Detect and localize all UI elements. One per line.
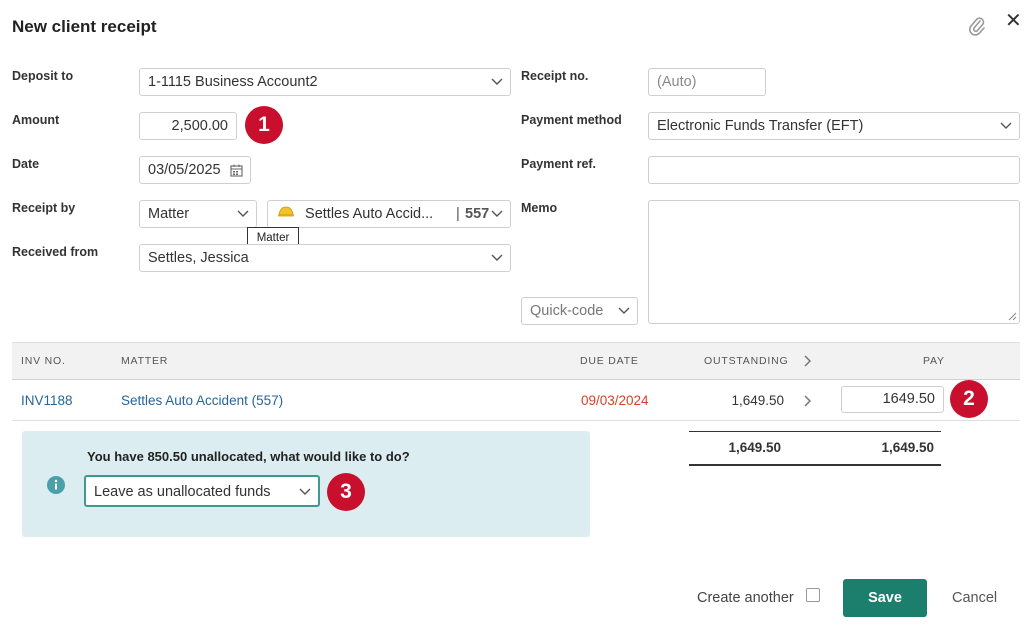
amount-label: Amount	[12, 113, 60, 127]
col-due-date: DUE DATE	[580, 355, 639, 367]
annotation-badge-2: 2	[950, 380, 988, 418]
chevron-down-icon	[491, 245, 503, 262]
amount-input[interactable]: 2,500.00	[139, 112, 237, 140]
total-outstanding: 1,649.50	[728, 440, 781, 455]
save-button[interactable]: Save	[843, 579, 927, 617]
cancel-button[interactable]: Cancel	[952, 590, 997, 606]
info-icon	[47, 476, 65, 499]
payment-method-select[interactable]: Electronic Funds Transfer (EFT)	[648, 112, 1020, 140]
outstanding-value: 1,649.50	[731, 393, 784, 408]
pay-input[interactable]: 1649.50	[841, 386, 944, 413]
invoice-table-header: INV NO. MATTER DUE DATE OUTSTANDING PAY	[12, 342, 1020, 380]
receipt-no-label: Receipt no.	[521, 69, 589, 83]
chevron-down-icon	[491, 69, 503, 86]
deposit-to-label: Deposit to	[12, 69, 74, 83]
amount-value: 2,500.00	[171, 118, 228, 134]
payment-ref-label: Payment ref.	[521, 157, 597, 171]
chevron-down-icon	[491, 201, 503, 218]
date-label: Date	[12, 157, 40, 171]
annotation-badge-1: 1	[245, 106, 283, 144]
unallocated-action-select[interactable]: Leave as unallocated funds	[84, 475, 320, 507]
col-outstanding: OUTSTANDING	[704, 355, 789, 367]
received-from-select[interactable]: Settles, Jessica	[139, 244, 511, 272]
col-matter: MATTER	[121, 355, 169, 367]
alert-message: You have 850.50 unallocated, what would …	[87, 449, 410, 464]
totals-row: 1,649.50 1,649.50	[689, 431, 941, 466]
payment-method-label: Payment method	[521, 113, 622, 127]
memo-label: Memo	[521, 201, 558, 215]
date-value: 03/05/2025	[148, 162, 221, 178]
chevron-down-icon	[618, 298, 630, 315]
matter-select[interactable]: Settles Auto Accid... | 557	[267, 200, 511, 228]
matter-value: Settles Auto Accid...	[305, 206, 434, 222]
matter-link[interactable]: Settles Auto Accident (557)	[121, 393, 283, 408]
chevron-right-icon[interactable]	[804, 394, 812, 412]
chevron-down-icon	[299, 477, 311, 496]
create-another-checkbox[interactable]	[806, 588, 820, 602]
chevron-right-icon[interactable]	[804, 354, 812, 372]
invoice-link[interactable]: INV1188	[21, 393, 73, 408]
resize-handle-icon[interactable]	[1008, 312, 1017, 321]
paperclip-icon[interactable]	[968, 16, 986, 36]
close-icon[interactable]: ✕	[1005, 11, 1022, 31]
unallocated-alert: You have 850.50 unallocated, what would …	[22, 431, 590, 537]
chevron-down-icon	[237, 201, 249, 218]
receipt-no-input[interactable]: (Auto)	[648, 68, 766, 96]
date-input[interactable]: 03/05/2025	[139, 156, 251, 184]
receipt-no-placeholder: (Auto)	[657, 74, 697, 90]
payment-method-value: Electronic Funds Transfer (EFT)	[657, 118, 864, 134]
payment-ref-input[interactable]	[648, 156, 1020, 184]
col-pay: PAY	[923, 355, 945, 367]
unallocated-action-value: Leave as unallocated funds	[94, 484, 271, 500]
quick-code-value: Quick-code	[530, 303, 604, 319]
receipt-by-type-value: Matter	[148, 206, 190, 222]
received-from-value: Settles, Jessica	[148, 250, 249, 266]
table-row: INV1188 Settles Auto Accident (557) 09/0…	[12, 380, 1020, 421]
annotation-badge-3: 3	[327, 473, 365, 511]
memo-textarea[interactable]	[648, 200, 1020, 324]
pay-value: 1649.50	[882, 391, 935, 407]
col-inv-no: INV NO.	[21, 355, 66, 367]
chevron-down-icon	[1000, 113, 1012, 130]
due-date-value: 09/03/2024	[581, 393, 649, 408]
receipt-by-type-select[interactable]: Matter	[139, 200, 257, 228]
calendar-icon[interactable]	[230, 157, 243, 177]
matter-separator: |	[456, 206, 460, 222]
hard-hat-icon	[277, 201, 295, 227]
deposit-to-select[interactable]: 1-1115 Business Account2	[139, 68, 511, 96]
quick-code-select[interactable]: Quick-code	[521, 297, 638, 325]
received-from-label: Received from	[12, 245, 99, 259]
receipt-by-label: Receipt by	[12, 201, 76, 215]
create-another-label: Create another	[697, 590, 794, 606]
deposit-to-value: 1-1115 Business Account2	[148, 74, 318, 90]
matter-number: 557	[465, 206, 490, 222]
dialog-title: New client receipt	[12, 17, 157, 36]
total-pay: 1,649.50	[881, 440, 934, 455]
